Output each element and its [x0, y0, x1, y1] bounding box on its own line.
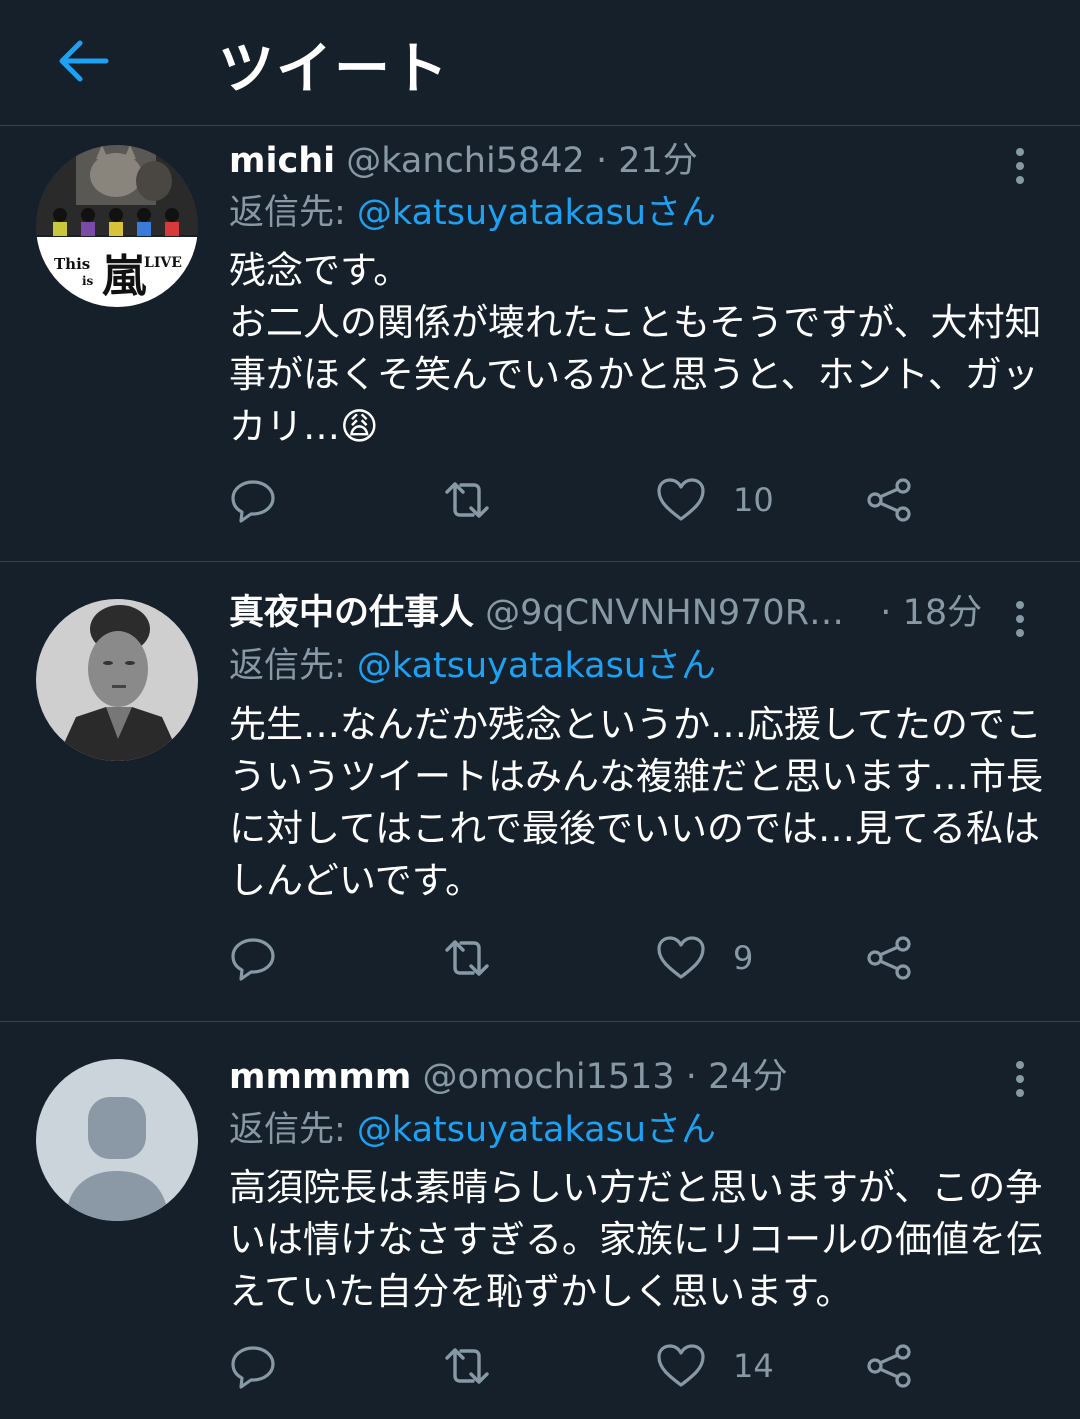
tweet-actions: 10: [229, 470, 929, 530]
reply-suffix[interactable]: さん: [646, 1110, 716, 1150]
tweet[interactable]: mmmmm @omochi1513 · 24分 返信先: @katsuyatak…: [0, 1022, 1080, 1419]
timestamp[interactable]: 21分: [618, 141, 698, 181]
tweet-text: 残念です。 お二人の関係が壊れたこともそうですが、大村知事がほくそ笑んでいるかと…: [229, 249, 1042, 448]
more-dot-icon: [1016, 629, 1024, 637]
heart-icon: [657, 1344, 705, 1387]
reply-mention-link[interactable]: @katsuyatakasu: [357, 1110, 646, 1150]
more-dot-icon: [1016, 601, 1024, 609]
share-button[interactable]: [865, 470, 915, 530]
reply-to-line: 返信先: @katsuyatakasuさん: [229, 1108, 716, 1152]
avatar-text-kanji: 嵐: [102, 251, 147, 302]
display-name[interactable]: mmmmm: [229, 1057, 411, 1097]
more-dot-icon: [1016, 162, 1024, 170]
avatar-text-is: is: [82, 274, 94, 288]
tweet[interactable]: This is 嵐 LIVE michi @kanchi5842 · 21分 返…: [0, 141, 1080, 562]
like-button[interactable]: 14: [655, 1336, 774, 1396]
more-options-button[interactable]: [1004, 141, 1036, 191]
more-options-button[interactable]: [1004, 594, 1036, 644]
share-button[interactable]: [865, 928, 915, 988]
retweet-button[interactable]: [439, 470, 495, 530]
more-dot-icon: [1016, 1075, 1024, 1083]
more-dot-icon: [1016, 176, 1024, 184]
reply-mention-link[interactable]: @katsuyatakasu: [357, 646, 646, 686]
heart-icon: [657, 936, 705, 979]
avatar[interactable]: [36, 1059, 198, 1221]
reply-suffix[interactable]: さん: [646, 646, 716, 686]
more-dot-icon: [1016, 615, 1024, 623]
tweet-header: michi @kanchi5842 · 21分: [229, 139, 698, 183]
tweet-text: 高須院長は素晴らしい方だと思いますが、この争いは情けなさすぎる。家族にリコールの…: [229, 1166, 1043, 1313]
retweet-button[interactable]: [439, 928, 495, 988]
reply-icon: [231, 938, 275, 981]
retweet-icon: [445, 1348, 489, 1384]
separator-dot: ·: [595, 141, 608, 181]
tweet-text: 先生…なんだか残念というか…応援してたのでこういうツイートはみんな複雑だと思いま…: [229, 703, 1043, 902]
heart-icon: [657, 478, 705, 521]
tweet-actions: 9: [229, 928, 929, 988]
reply-to-label: 返信先:: [229, 1110, 357, 1150]
reply-to-line: 返信先: @katsuyatakasuさん: [229, 644, 716, 688]
reply-to-line: 返信先: @katsuyatakasuさん: [229, 191, 716, 235]
share-icon: [867, 1344, 911, 1388]
more-options-button[interactable]: [1004, 1054, 1036, 1104]
reply-icon: [231, 1346, 275, 1389]
reply-suffix[interactable]: さん: [646, 193, 716, 233]
tweet-header: 真夜中の仕事人 @9qCNVNHN970R… · 18分: [229, 591, 982, 635]
separator-dot: ·: [685, 1057, 697, 1097]
avatar[interactable]: This is 嵐 LIVE: [36, 145, 198, 307]
like-button[interactable]: 10: [655, 470, 774, 530]
like-count: 10: [733, 481, 774, 519]
reply-button[interactable]: [229, 928, 277, 988]
avatar[interactable]: [36, 599, 198, 761]
back-button[interactable]: [50, 30, 118, 92]
share-icon: [867, 936, 911, 980]
avatar-text-this: This: [54, 255, 90, 273]
reply-button[interactable]: [229, 470, 277, 530]
tweet-header: mmmmm @omochi1513 · 24分: [229, 1055, 788, 1099]
timestamp[interactable]: 18分: [903, 593, 983, 633]
reply-mention-link[interactable]: @katsuyatakasu: [357, 193, 646, 233]
share-button[interactable]: [865, 1336, 915, 1396]
avatar-text-live: LIVE: [144, 255, 182, 271]
more-dot-icon: [1016, 1061, 1024, 1069]
timestamp[interactable]: 24分: [708, 1057, 788, 1097]
avatar-image-portrait: [36, 599, 198, 761]
like-count: 9: [733, 939, 754, 977]
retweet-icon: [445, 482, 489, 518]
avatar-image-this-is-arashi: This is 嵐 LIVE: [36, 145, 198, 307]
display-name[interactable]: 真夜中の仕事人: [229, 593, 474, 633]
user-handle[interactable]: @9qCNVNHN970R…: [485, 593, 844, 633]
display-name[interactable]: michi: [229, 141, 335, 181]
reply-to-label: 返信先:: [229, 646, 357, 686]
reply-icon: [231, 480, 275, 523]
user-handle[interactable]: @omochi1513: [423, 1057, 675, 1097]
retweet-button[interactable]: [439, 1336, 495, 1396]
share-icon: [867, 478, 911, 522]
retweet-icon: [445, 940, 489, 976]
back-arrow-icon: [59, 40, 109, 82]
tweet[interactable]: 真夜中の仕事人 @9qCNVNHN970R… · 18分 返信先: @katsu…: [0, 562, 1080, 1022]
like-count: 14: [733, 1347, 774, 1385]
reply-to-label: 返信先:: [229, 193, 357, 233]
top-bar: ツイート: [0, 0, 1080, 126]
reply-button[interactable]: [229, 1336, 277, 1396]
tweet-actions: 14: [229, 1336, 929, 1396]
more-dot-icon: [1016, 148, 1024, 156]
separator-dot: ·: [880, 593, 892, 633]
more-dot-icon: [1016, 1089, 1024, 1097]
like-button[interactable]: 9: [655, 928, 753, 988]
reply-feed: This is 嵐 LIVE michi @kanchi5842 · 21分 返…: [0, 141, 1080, 1419]
user-handle[interactable]: @kanchi5842: [346, 141, 585, 181]
default-avatar-icon: [36, 1059, 198, 1221]
page-title: ツイート: [218, 37, 450, 102]
